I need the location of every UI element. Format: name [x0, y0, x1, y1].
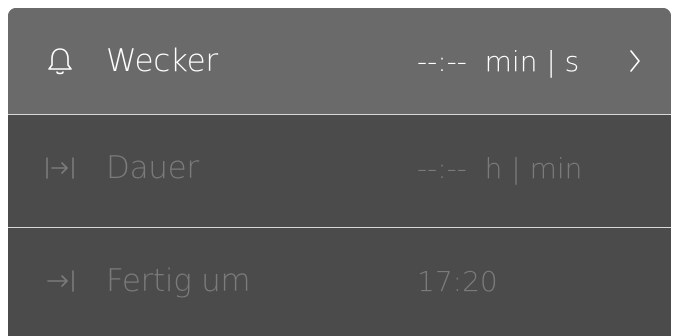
row-dauer[interactable]: Dauer --:-- h | min	[8, 115, 671, 221]
chevron-right-icon[interactable]	[625, 45, 645, 77]
wecker-label: Wecker	[106, 43, 218, 79]
bell-icon	[44, 45, 76, 77]
duration-icon	[44, 152, 76, 184]
fertig-um-label: Fertig um	[106, 263, 251, 299]
row-wecker[interactable]: Wecker --:-- min | s	[8, 8, 671, 114]
end-time-icon	[44, 265, 76, 297]
row-fertig-um[interactable]: Fertig um 17:20	[8, 228, 671, 334]
fertig-um-value: 17:20	[417, 264, 498, 298]
dauer-value: --:-- h | min	[417, 151, 583, 185]
wecker-value: --:-- min | s	[417, 44, 580, 78]
dauer-label: Dauer	[106, 150, 199, 186]
timer-settings-panel: Wecker --:-- min | s Dauer --:-- h | min	[8, 8, 671, 336]
